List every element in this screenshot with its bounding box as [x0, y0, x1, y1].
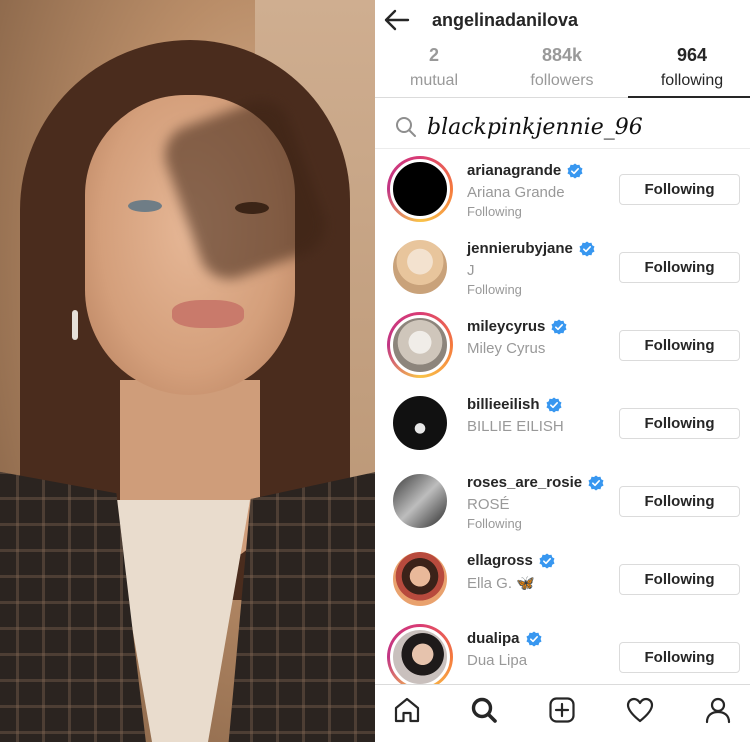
- avatar[interactable]: [390, 471, 450, 531]
- verified-badge-icon: [567, 163, 583, 178]
- story-ring: [387, 234, 453, 300]
- photo-earring: [72, 310, 78, 340]
- user-handle[interactable]: ellagross: [467, 552, 533, 569]
- user-handle[interactable]: roses_are_rosie: [467, 474, 582, 491]
- active-tab-indicator: [628, 96, 750, 98]
- following-button[interactable]: Following: [619, 486, 740, 517]
- list-item[interactable]: mileycyrus Miley Cyrus Following: [375, 306, 750, 384]
- bottom-nav: [375, 684, 750, 742]
- following-button[interactable]: Following: [619, 174, 740, 205]
- user-full-name: Ariana Grande: [467, 184, 565, 201]
- verified-badge-icon: [539, 553, 555, 568]
- user-full-name: BILLIE EILISH: [467, 418, 564, 435]
- avatar[interactable]: [390, 315, 450, 375]
- list-item[interactable]: arianagrande Ariana Grande Following Fol…: [375, 150, 750, 228]
- add-post-icon[interactable]: [547, 695, 577, 725]
- profile-username-title: angelinadanilova: [432, 10, 579, 30]
- user-handle[interactable]: arianagrande: [467, 162, 561, 179]
- tab-mutual[interactable]: 2 mutual: [375, 44, 493, 98]
- user-handle[interactable]: dualipa: [467, 630, 520, 647]
- stats-tabs: 2 mutual 884k followers 964 following: [375, 44, 750, 98]
- following-button[interactable]: Following: [619, 642, 740, 673]
- verified-badge-icon: [546, 397, 562, 412]
- verified-badge-icon: [588, 475, 604, 490]
- search-divider: [375, 148, 750, 149]
- story-ring: [387, 546, 453, 612]
- story-ring: [387, 156, 453, 222]
- user-handle[interactable]: mileycyrus: [467, 318, 545, 335]
- following-button[interactable]: Following: [619, 564, 740, 595]
- user-full-name: J: [467, 262, 475, 279]
- list-item[interactable]: ellagross Ella G. 🦋 Following: [375, 540, 750, 618]
- follow-status-text: Following: [467, 516, 522, 531]
- story-ring: [387, 312, 453, 378]
- heart-icon[interactable]: [625, 695, 655, 725]
- profile-icon[interactable]: [703, 695, 733, 725]
- followers-count: 884k: [541, 45, 583, 65]
- tab-following[interactable]: 964 following: [633, 44, 750, 98]
- avatar[interactable]: [390, 627, 450, 687]
- list-item[interactable]: billieeilish BILLIE EILISH Following: [375, 384, 750, 462]
- follow-status-text: Following: [467, 282, 522, 297]
- home-icon[interactable]: [392, 695, 422, 725]
- following-label: following: [660, 72, 724, 89]
- user-handle[interactable]: jennierubyjane: [467, 240, 573, 257]
- user-full-name: Dua Lipa: [467, 652, 528, 669]
- handle-line: jennierubyjane: [467, 240, 595, 257]
- mutual-label: mutual: [409, 72, 459, 89]
- handle-line: roses_are_rosie: [467, 474, 604, 491]
- mutual-count: 2: [428, 45, 439, 65]
- user-full-name: Miley Cyrus: [467, 340, 546, 357]
- user-handle[interactable]: billieeilish: [467, 396, 540, 413]
- avatar[interactable]: [390, 549, 450, 609]
- follow-status-text: Following: [467, 204, 522, 219]
- handle-line: ellagross: [467, 552, 555, 569]
- top-bar: angelinadanilova: [375, 0, 750, 40]
- verified-badge-icon: [551, 319, 567, 334]
- list-item[interactable]: jennierubyjane J Following Following: [375, 228, 750, 306]
- back-arrow-icon[interactable]: [381, 6, 411, 34]
- handle-line: arianagrande: [467, 162, 583, 179]
- photo-lips: [172, 300, 244, 328]
- handle-line: dualipa: [467, 630, 542, 647]
- story-ring: [387, 390, 453, 456]
- avatar[interactable]: [390, 159, 450, 219]
- following-button[interactable]: Following: [619, 252, 740, 283]
- following-button[interactable]: Following: [619, 408, 740, 439]
- story-ring: [387, 468, 453, 534]
- search-input[interactable]: [427, 110, 727, 144]
- instagram-following-screen: angelinadanilova 2 mutual 884k followers…: [375, 0, 750, 742]
- following-count: 964: [676, 45, 708, 65]
- verified-badge-icon: [526, 631, 542, 646]
- tab-followers[interactable]: 884k followers: [503, 44, 621, 98]
- search-icon[interactable]: [469, 695, 499, 725]
- user-full-name: Ella G. 🦋: [467, 575, 535, 592]
- photo-eye-left: [128, 200, 162, 212]
- story-ring: [387, 624, 453, 690]
- search-bar: [385, 108, 740, 146]
- profile-photo: [0, 0, 375, 742]
- avatar[interactable]: [390, 237, 450, 297]
- handle-line: mileycyrus: [467, 318, 567, 335]
- handle-line: billieeilish: [467, 396, 562, 413]
- following-button[interactable]: Following: [619, 330, 740, 361]
- avatar[interactable]: [390, 393, 450, 453]
- search-icon: [396, 117, 416, 137]
- verified-badge-icon: [579, 241, 595, 256]
- followers-label: followers: [530, 72, 594, 89]
- user-full-name: ROSÉ: [467, 496, 510, 513]
- list-item[interactable]: roses_are_rosie ROSÉ Following Following: [375, 462, 750, 540]
